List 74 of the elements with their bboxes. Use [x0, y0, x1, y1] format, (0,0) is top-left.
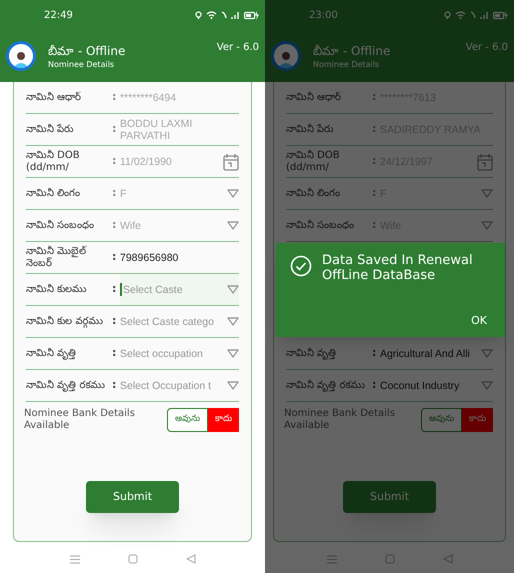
- menu-icon[interactable]: [70, 554, 80, 564]
- colon-separator: :: [112, 217, 118, 234]
- caret-icon: [227, 221, 239, 230]
- date-field: 11/02/1990: [120, 146, 239, 177]
- status-time: 22:49: [44, 8, 73, 22]
- dropdown-field[interactable]: Agricultural And Alli: [380, 338, 493, 369]
- input-field: ********6494: [120, 82, 239, 113]
- dropdown-field: F: [120, 178, 239, 209]
- dialog-message: Data Saved In Renewal OffLine DataBase: [322, 253, 474, 283]
- caret-icon: [481, 189, 493, 198]
- colon-separator: :: [372, 185, 378, 202]
- check-circle-icon: [290, 255, 312, 277]
- caret-icon: [227, 285, 239, 294]
- back-icon[interactable]: [186, 554, 196, 564]
- colon-separator: :: [112, 249, 118, 266]
- colon-separator: :: [372, 345, 378, 362]
- colon-separator: :: [112, 313, 118, 330]
- logo-icon: [6, 41, 36, 71]
- colon-separator: :: [112, 377, 118, 394]
- status-time: 23:00: [309, 8, 338, 22]
- screen-subtitle: Nominee Details: [48, 58, 116, 70]
- home-icon[interactable]: [384, 554, 394, 564]
- wifi-icon: [206, 11, 217, 19]
- back-icon[interactable]: [442, 554, 452, 564]
- colon-separator: :: [372, 377, 378, 394]
- dropdown-field[interactable]: Select Occupation t: [120, 370, 239, 401]
- submit-button[interactable]: Submit: [343, 481, 436, 513]
- toggle-option[interactable]: కాదు: [208, 408, 239, 432]
- dropdown-field: Wife: [120, 210, 239, 241]
- caret-icon: [227, 189, 239, 198]
- caret-icon: [227, 349, 239, 358]
- colon-separator: :: [112, 153, 118, 170]
- colon-separator: :: [112, 185, 118, 202]
- bank-details-label: Nominee Bank Details Available: [284, 408, 396, 432]
- home-icon[interactable]: [128, 554, 138, 564]
- caret-icon: [227, 381, 239, 390]
- colon-separator: :: [372, 217, 378, 234]
- version-label: Ver - 6.0: [466, 41, 508, 55]
- ok-button[interactable]: OK: [467, 312, 491, 329]
- caret-icon: [481, 381, 493, 390]
- menu-icon[interactable]: [326, 554, 336, 564]
- colon-separator: :: [112, 89, 118, 106]
- caret-icon: [227, 317, 239, 326]
- signal-icon: [480, 11, 489, 19]
- caret-icon: [481, 221, 493, 230]
- input-field: BODDU LAXMI PARVATHI: [120, 114, 239, 145]
- submit-button[interactable]: Submit: [86, 481, 179, 513]
- toggle-option[interactable]: కాదు: [462, 408, 493, 432]
- location-icon: [444, 10, 451, 20]
- app-title: బీమా - Offline: [48, 42, 126, 58]
- dropdown-field[interactable]: Select Caste catego: [120, 306, 239, 337]
- version-label: Ver - 6.0: [216, 41, 259, 55]
- bank-details-label: Nominee Bank Details Available: [24, 408, 136, 432]
- screen-subtitle: Nominee Details: [313, 58, 380, 70]
- battery-icon: [493, 10, 508, 20]
- app-title: బీమా - Offline: [313, 42, 392, 58]
- dropdown-field[interactable]: Select occupation: [120, 338, 239, 369]
- battery-icon: [244, 10, 259, 20]
- input-field[interactable]: 7989656980: [120, 242, 239, 273]
- wifi-icon: [455, 11, 466, 19]
- toggle-option[interactable]: అవును: [421, 408, 462, 432]
- colon-separator: :: [112, 345, 118, 362]
- signal-icon: [231, 11, 240, 19]
- colon-separator: :: [112, 121, 118, 138]
- colon-separator: :: [372, 153, 378, 170]
- dropdown-field[interactable]: Select Caste: [120, 274, 239, 305]
- caret-icon: [481, 349, 493, 358]
- colon-separator: :: [372, 89, 378, 106]
- colon-separator: :: [112, 281, 118, 298]
- colon-separator: :: [372, 121, 378, 138]
- logo-icon: [271, 41, 301, 71]
- dropdown-field[interactable]: Coconut Industry: [380, 370, 493, 401]
- location-icon: [195, 10, 202, 20]
- toggle-option[interactable]: అవును: [167, 408, 208, 432]
